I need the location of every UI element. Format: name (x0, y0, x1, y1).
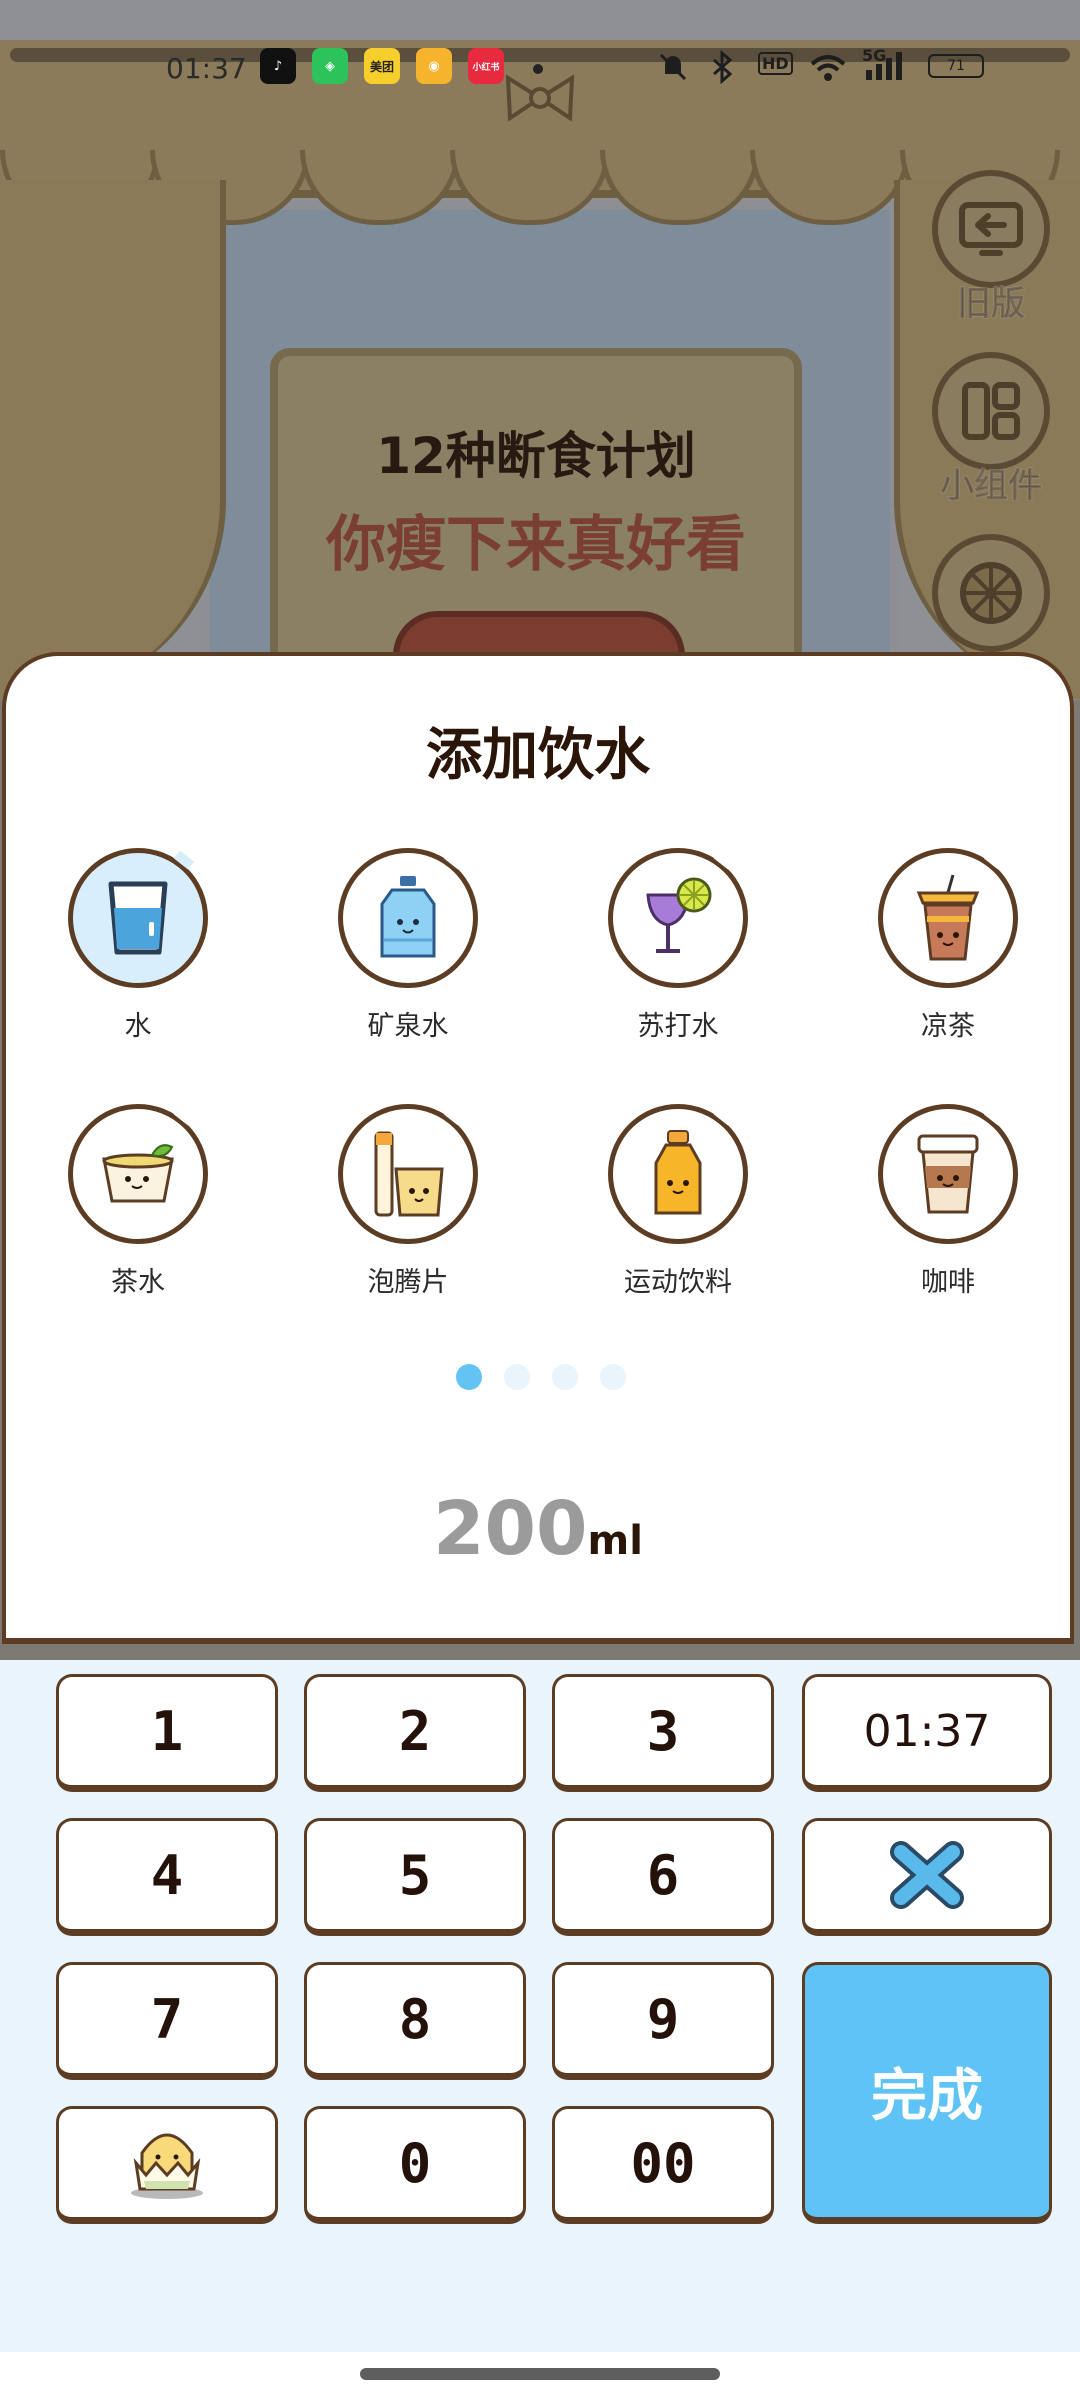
mascot-button[interactable] (56, 2106, 278, 2224)
widget-icon (962, 382, 1020, 440)
drink-circle[interactable] (608, 1104, 748, 1244)
amount-value: 200 (433, 1486, 588, 1572)
drink-circle[interactable] (338, 848, 478, 988)
old-version-label: 旧版 (957, 284, 1026, 325)
drink-label: 运动饮料 (624, 1267, 732, 1298)
herbal-tea-cup-icon (916, 874, 980, 961)
promo-subtitle: 你瘦下来真好看 (326, 510, 746, 580)
drink-label: 泡腾片 (367, 1267, 449, 1298)
key-3[interactable]: 3 (552, 1674, 774, 1792)
back-screen-icon (959, 202, 1023, 256)
coffee-cup-icon (917, 1134, 979, 1214)
drink-circle[interactable] (608, 848, 748, 988)
drink-label: 水 (124, 1011, 152, 1042)
status-bar: 01:37 ♪ ◈ 美团 ◉ 小红书 HD 5G 71 (0, 0, 1080, 130)
drink-label: 咖啡 (921, 1267, 975, 1298)
drink-option-tea[interactable]: 茶水 (38, 1104, 238, 1299)
widget-button[interactable] (932, 352, 1050, 470)
drink-circle[interactable] (68, 848, 208, 988)
tiktok-icon: ♪ (260, 48, 296, 84)
hd-badge: HD (758, 52, 793, 75)
time-picker-button[interactable]: 01:37 (802, 1674, 1052, 1792)
done-button[interactable]: 完成 (802, 1962, 1052, 2224)
drink-circle[interactable] (68, 1104, 208, 1244)
key-9[interactable]: 9 (552, 1962, 774, 2080)
key-7[interactable]: 7 (56, 1962, 278, 2080)
mascot-egg-icon (131, 2133, 203, 2199)
promo-title: 12种断食计划 (376, 427, 696, 485)
page-dot[interactable] (504, 1364, 530, 1390)
mute-icon (659, 53, 687, 81)
widget-label: 小组件 (940, 466, 1043, 507)
page-dot[interactable] (552, 1364, 578, 1390)
wechat-pay-icon: ◈ (312, 48, 348, 84)
drink-option-mineral-water[interactable]: 矿泉水 (308, 848, 508, 1043)
drink-circle[interactable] (338, 1104, 478, 1244)
numeric-keypad: 1 2 3 01:37 4 5 6 7 8 9 完成 0 00 (0, 1660, 1080, 2352)
weibo-icon: ◉ (416, 48, 452, 84)
status-time: 01:37 (166, 52, 247, 85)
sheet-title: 添加饮水 (426, 723, 650, 788)
home-indicator[interactable] (360, 2368, 720, 2380)
key-6[interactable]: 6 (552, 1818, 774, 1936)
mineral-water-bottle-icon (380, 876, 436, 958)
add-water-sheet: 添加饮水 水 矿泉水 苏打水 凉茶 茶水 泡腾片 运动饮料 咖啡 200ml (2, 652, 1074, 1644)
old-version-button[interactable] (932, 170, 1050, 288)
drink-option-coffee[interactable]: 咖啡 (848, 1104, 1048, 1299)
drink-option-effervescent[interactable]: 泡腾片 (308, 1104, 508, 1299)
drink-label: 矿泉水 (367, 1011, 449, 1042)
water-glass-icon (108, 881, 168, 955)
drink-option-soda[interactable]: 苏打水 (578, 848, 778, 1043)
page-dot[interactable] (600, 1364, 626, 1390)
meituan-icon: 美团 (364, 48, 400, 84)
battery-icon: 71 (928, 54, 984, 78)
tea-cup-icon (102, 1144, 174, 1203)
close-x-icon (890, 1841, 964, 1909)
drink-option-sports-drink[interactable]: 运动饮料 (578, 1104, 778, 1299)
key-5[interactable]: 5 (304, 1818, 526, 1936)
drink-option-water[interactable]: 水 (38, 848, 238, 1043)
key-8[interactable]: 8 (304, 1962, 526, 2080)
bluetooth-icon (713, 50, 733, 84)
drink-label: 苏打水 (637, 1011, 719, 1042)
delete-button[interactable] (802, 1818, 1052, 1936)
key-0[interactable]: 0 (304, 2106, 526, 2224)
key-2[interactable]: 2 (304, 1674, 526, 1792)
key-4[interactable]: 4 (56, 1818, 278, 1936)
page-dot-active[interactable] (456, 1364, 482, 1390)
wifi-icon (810, 55, 846, 81)
wheel-icon (960, 562, 1022, 624)
drink-circle[interactable] (878, 848, 1018, 988)
page-indicator (456, 1364, 636, 1394)
soda-glass-icon (646, 877, 712, 953)
drink-label: 凉茶 (921, 1011, 975, 1042)
key-00[interactable]: 00 (552, 2106, 774, 2224)
effervescent-tablet-icon (374, 1131, 444, 1217)
amount-display: 200ml (6, 1486, 1070, 1572)
drink-option-herbal-tea[interactable]: 凉茶 (848, 848, 1048, 1043)
drink-circle[interactable] (878, 1104, 1018, 1244)
wheel-button[interactable] (932, 534, 1050, 652)
amount-unit: ml (587, 1518, 643, 1564)
key-1[interactable]: 1 (56, 1674, 278, 1792)
signal-icon (866, 52, 902, 80)
xiaohongshu-icon: 小红书 (468, 48, 504, 84)
more-notifications-dot (533, 64, 543, 74)
promo-board[interactable]: 12种断食计划 你瘦下来真好看 (270, 348, 802, 700)
sports-drink-icon (654, 1130, 702, 1215)
drink-label: 茶水 (111, 1267, 165, 1298)
